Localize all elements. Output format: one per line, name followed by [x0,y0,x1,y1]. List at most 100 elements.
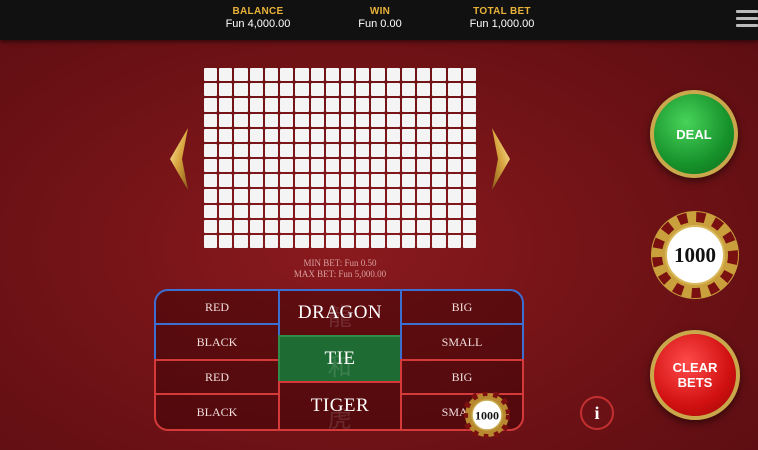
tiger-bet[interactable]: 虎 TIGER [278,381,402,433]
road-cell [447,83,461,97]
deal-label: DEAL [676,126,712,142]
road-cell [417,128,431,142]
win-stat: WIN Fun 0.00 [320,6,440,30]
info-icon: i [594,402,600,423]
road-cell [341,189,355,203]
tie-bet[interactable]: 和 TIE [278,335,402,383]
road-cell [386,143,400,157]
road-cell [462,204,476,218]
road-cell [447,159,461,173]
road-cell [447,234,461,248]
road-cell [401,68,416,82]
road-cell [386,234,400,248]
road-cell [325,98,339,112]
road-cell [204,83,218,97]
road-cell [234,234,248,248]
road-cell [341,68,355,82]
road-cell [462,189,476,203]
road-cell [325,189,339,203]
road-cell [310,143,324,157]
road-cell [356,143,370,157]
road-cell [386,159,400,173]
road-cell [295,174,309,188]
info-button[interactable]: i [580,396,614,430]
road-cell [234,143,248,157]
road-cell [386,68,400,82]
road-cell [341,204,355,218]
road-cell [264,204,279,218]
road-cell [417,68,431,82]
road-cell [280,189,294,203]
road-cell [219,68,233,82]
road-cell [249,219,263,233]
road-cell [371,234,385,248]
road-cell [417,174,431,188]
road-cell [462,113,476,127]
road-cell [462,234,476,248]
road-cell [386,219,400,233]
selected-chip[interactable]: 1000 [650,210,740,300]
road-cell [204,189,218,203]
road-cell [401,219,416,233]
dragon-black-bet[interactable]: BLACK [154,323,280,361]
road-cell [280,174,294,188]
road-cell [356,98,370,112]
road-cell [432,219,446,233]
road-cell [447,98,461,112]
dragon-big-bet[interactable]: BIG [400,289,524,325]
road-cell [280,143,294,157]
road-cell [371,204,385,218]
road-cell [417,189,431,203]
road-cell [249,174,263,188]
road-cell [447,219,461,233]
road-cell [432,113,446,127]
road-cell [401,189,416,203]
road-cell [356,128,370,142]
road-cell [432,98,446,112]
dragon-bet[interactable]: 龍 DRAGON [278,289,402,337]
road-cell [462,219,476,233]
road-cell [356,234,370,248]
road-cell [310,234,324,248]
road-cell [417,83,431,97]
road-cell [356,219,370,233]
road-cell [295,143,309,157]
deal-button[interactable]: DEAL [650,90,738,178]
road-cell [447,143,461,157]
road-cell [264,234,279,248]
selected-chip-value: 1000 [674,243,716,267]
placed-chip[interactable]: 1000 [464,392,510,438]
road-cell [356,174,370,188]
road-cell [204,234,218,248]
road-cell [417,219,431,233]
road-cell [356,68,370,82]
chevron-left-icon[interactable] [168,126,190,192]
road-cell [234,189,248,203]
road-cell [219,174,233,188]
road-cell [264,159,279,173]
dragon-small-bet[interactable]: SMALL [400,323,524,361]
balance-stat: BALANCE Fun 4,000.00 [198,6,318,30]
hamburger-icon[interactable] [736,10,758,30]
tie-label: TIE [324,348,356,369]
dragon-red-bet[interactable]: RED [154,289,280,325]
road-cell [462,68,476,82]
road-cell [204,68,218,82]
road-cell [341,128,355,142]
road-cell [432,234,446,248]
road-cell [386,174,400,188]
road-cell [310,159,324,173]
road-cell [310,204,324,218]
tiger-big-bet[interactable]: BIG [400,359,524,395]
road-cell [295,234,309,248]
chevron-right-icon[interactable] [490,126,512,192]
tiger-black-bet[interactable]: BLACK [154,393,280,431]
clear-bets-button[interactable]: CLEAR BETS [650,330,740,420]
road-cell [325,219,339,233]
road-cell [325,83,339,97]
tiger-red-bet[interactable]: RED [154,359,280,395]
road-cell [310,113,324,127]
bead-road-grid [204,68,476,248]
road-cell [249,98,263,112]
road-cell [295,219,309,233]
